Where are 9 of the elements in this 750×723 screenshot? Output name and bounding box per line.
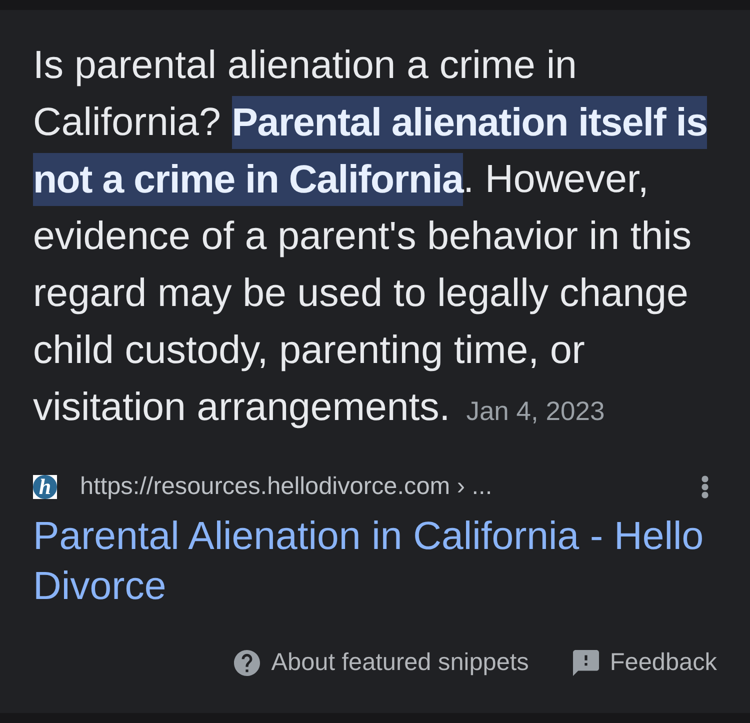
more-options-icon[interactable] xyxy=(701,475,709,499)
url-text: https://resources.hellodivorce.com › ... xyxy=(80,473,492,501)
about-snippets-button[interactable]: About featured snippets xyxy=(234,649,529,677)
help-icon xyxy=(234,650,260,676)
site-logo: h xyxy=(33,475,57,499)
result-title-link[interactable]: Parental Alienation in California - Hello Divorce xyxy=(33,511,717,611)
date-text: Jan 4, 2023 xyxy=(466,396,605,427)
feedback-button[interactable]: Feedback xyxy=(572,649,717,677)
feedback-icon xyxy=(572,650,599,676)
